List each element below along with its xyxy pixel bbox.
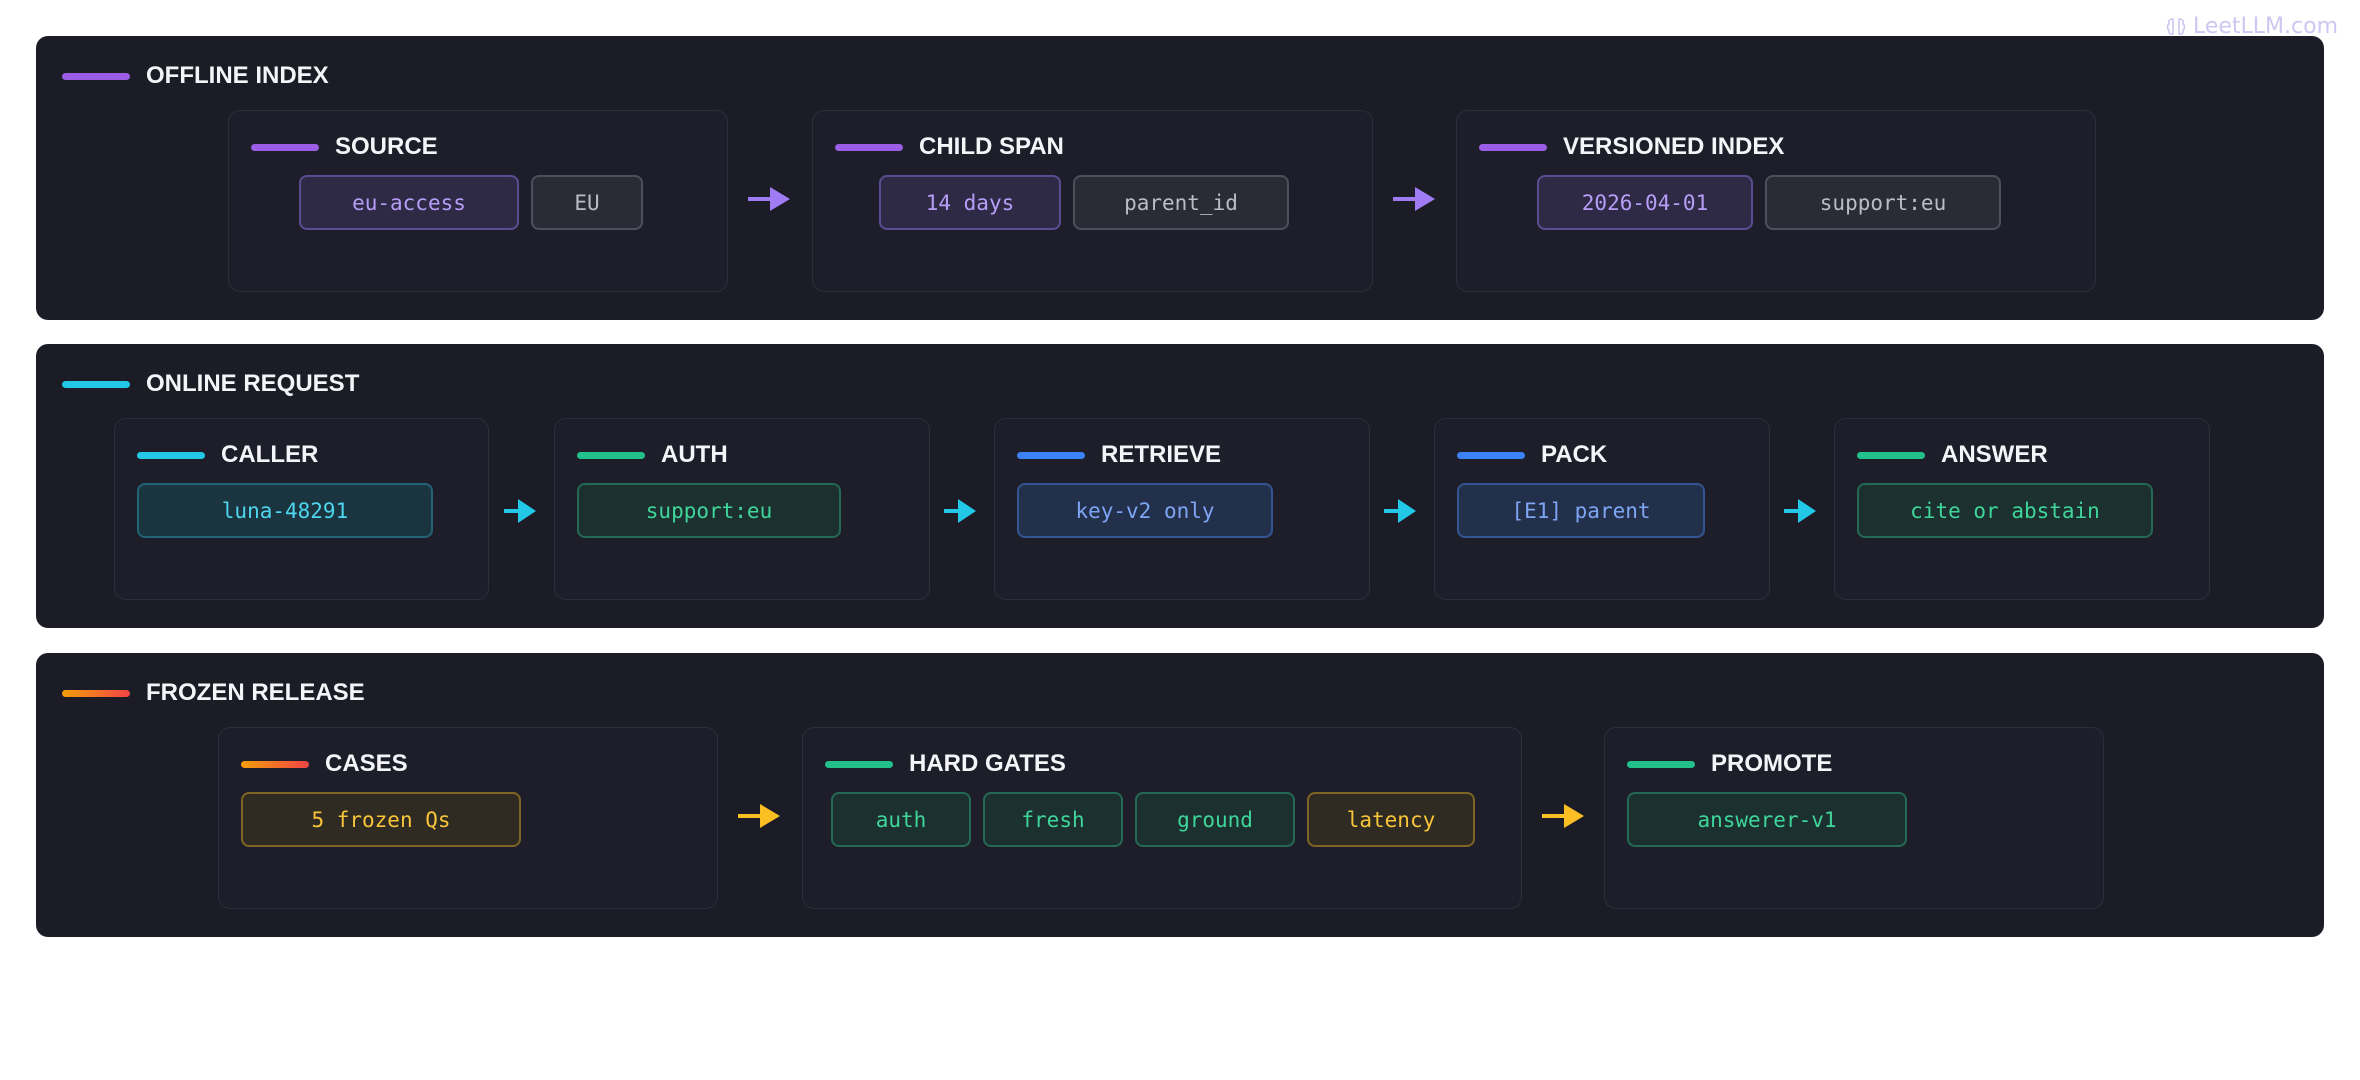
card-header: RETRIEVE: [1017, 441, 1221, 469]
panel-title: FROZEN RELEASE: [146, 679, 365, 706]
card-title: PACK: [1541, 441, 1608, 468]
arrow-right-icon: [944, 499, 976, 523]
accent-bar: [825, 760, 893, 768]
hard-gates-card: HARD GATES auth fresh ground latency: [802, 727, 1522, 909]
card-header: ANSWER: [1857, 441, 2048, 469]
accent-bar: [251, 143, 319, 151]
arrow-right-icon: [1393, 187, 1435, 211]
retrieve-key-chip: key-v2 only: [1017, 483, 1273, 538]
arrow-right-icon: [1542, 804, 1584, 828]
arrow-right-icon: [738, 804, 780, 828]
card-title: CASES: [325, 750, 408, 777]
card-header: AUTH: [577, 441, 728, 469]
versioned-index-card: VERSIONED INDEX 2026-04-01 support:eu: [1456, 110, 2096, 292]
card-title: RETRIEVE: [1101, 441, 1222, 468]
card-header: SOURCE: [251, 133, 438, 161]
accent-bar: [835, 143, 903, 151]
arrow-right-icon: [1384, 499, 1416, 523]
answer-card: ANSWER cite or abstain: [1834, 418, 2210, 600]
promote-model-chip: answerer-v1: [1627, 792, 1907, 847]
caller-id-chip: luna-48291: [137, 483, 433, 538]
arrow-right-icon: [1784, 499, 1816, 523]
card-header: HARD GATES: [825, 750, 1066, 778]
panel-title: OFFLINE INDEX: [146, 62, 329, 89]
accent-bar: [241, 760, 309, 768]
pack-evidence-chip: [E1] parent: [1457, 483, 1705, 538]
panel-header: ONLINE REQUEST: [62, 370, 359, 398]
card-header: CALLER: [137, 441, 318, 469]
gate-ground-chip: ground: [1135, 792, 1295, 847]
pack-card: PACK [E1] parent: [1434, 418, 1770, 600]
gate-fresh-chip: fresh: [983, 792, 1123, 847]
gate-latency-chip: latency: [1307, 792, 1475, 847]
accent-bar: [1479, 143, 1547, 151]
card-title: HARD GATES: [909, 750, 1066, 777]
retrieve-card: RETRIEVE key-v2 only: [994, 418, 1370, 600]
child-span-card: CHILD SPAN 14 days parent_id: [812, 110, 1373, 292]
index-version-chip: 2026-04-01: [1537, 175, 1753, 230]
accent-bar: [62, 72, 130, 80]
panel-header: OFFLINE INDEX: [62, 62, 329, 90]
accent-bar: [1627, 760, 1695, 768]
cases-card: CASES 5 frozen Qs: [218, 727, 718, 909]
parent-id-chip: parent_id: [1073, 175, 1289, 230]
arrow-right-icon: [748, 187, 790, 211]
card-header: CASES: [241, 750, 408, 778]
card-title: ANSWER: [1941, 441, 2048, 468]
arrow-right-icon: [504, 499, 536, 523]
answer-policy-chip: cite or abstain: [1857, 483, 2153, 538]
card-title: CHILD SPAN: [919, 133, 1064, 160]
card-title: VERSIONED INDEX: [1563, 133, 1785, 160]
gate-auth-chip: auth: [831, 792, 971, 847]
card-header: PACK: [1457, 441, 1607, 469]
online-request-panel: ONLINE REQUEST CALLER luna-48291 AUTH su…: [36, 344, 2324, 628]
panel-header: FROZEN RELEASE: [62, 679, 365, 707]
index-scope-chip: support:eu: [1765, 175, 2001, 230]
caller-card: CALLER luna-48291: [114, 418, 489, 600]
offline-index-panel: OFFLINE INDEX SOURCE eu-access EU CHILD …: [36, 36, 2324, 320]
auth-card: AUTH support:eu: [554, 418, 930, 600]
accent-bar: [1857, 451, 1925, 459]
accent-bar: [1017, 451, 1085, 459]
auth-scope-chip: support:eu: [577, 483, 841, 538]
card-header: CHILD SPAN: [835, 133, 1064, 161]
panel-title: ONLINE REQUEST: [146, 370, 360, 397]
accent-bar: [577, 451, 645, 459]
accent-bar: [62, 689, 130, 697]
promote-card: PROMOTE answerer-v1: [1604, 727, 2104, 909]
frozen-cases-chip: 5 frozen Qs: [241, 792, 521, 847]
card-header: VERSIONED INDEX: [1479, 133, 1784, 161]
card-title: CALLER: [221, 441, 319, 468]
card-title: AUTH: [661, 441, 728, 468]
source-region-chip: EU: [531, 175, 643, 230]
frozen-release-panel: FROZEN RELEASE CASES 5 frozen Qs HARD GA…: [36, 653, 2324, 937]
accent-bar: [62, 380, 130, 388]
accent-bar: [1457, 451, 1525, 459]
accent-bar: [137, 451, 205, 459]
card-title: PROMOTE: [1711, 750, 1833, 777]
card-title: SOURCE: [335, 133, 438, 160]
source-card: SOURCE eu-access EU: [228, 110, 728, 292]
span-duration-chip: 14 days: [879, 175, 1061, 230]
brain-icon: [2166, 17, 2186, 35]
source-access-chip: eu-access: [299, 175, 519, 230]
card-header: PROMOTE: [1627, 750, 1832, 778]
